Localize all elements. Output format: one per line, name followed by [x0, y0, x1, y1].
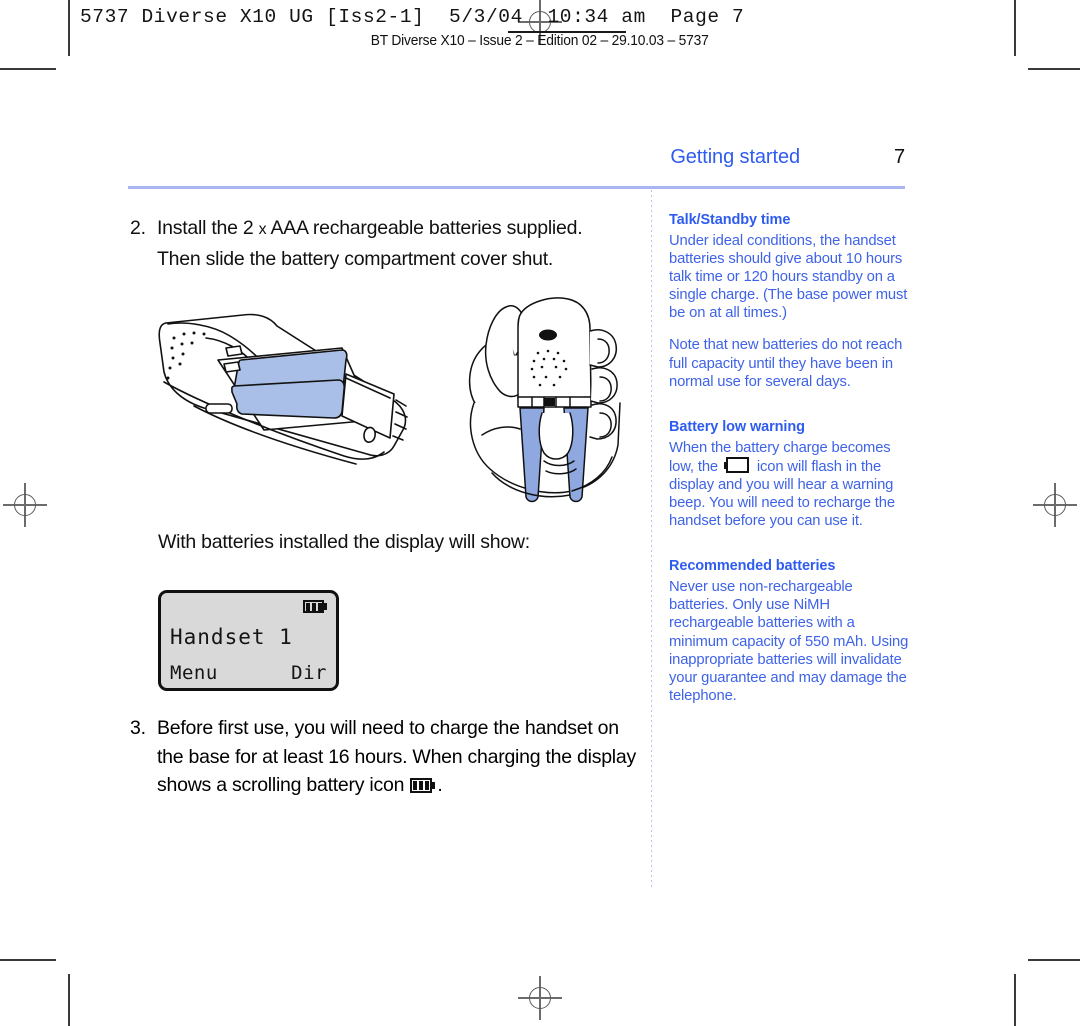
sidebar-paragraph-talk-standby-2: Note that new batteries do not reach ful… [669, 337, 903, 390]
sidebar-paragraph-talk-standby-1: Under ideal conditions, the handset batt… [669, 233, 908, 322]
step-3-line2: the base for at least 16 hours. When cha… [157, 745, 636, 768]
lcd-softkey-right: Dir [291, 662, 327, 684]
handset-battery-compartment-illustration [158, 313, 408, 465]
sidebar-section-talk-standby: Talk/Standby time Under ideal conditions… [669, 210, 909, 391]
document-caption-text: BT Diverse X10 – Issue 2 – Edition 02 – … [371, 32, 709, 49]
step-3-line3-b: . [437, 774, 443, 796]
step-3-line3-a: shows a scrolling battery icon [157, 774, 410, 796]
sidebar-heading-recommended-batteries: Recommended batteries [669, 558, 836, 575]
sidebar-section-battery-low: Battery low warning When the battery cha… [669, 417, 909, 530]
sidebar-paragraph-recommended-batteries: Never use non-rechargeable batteries. On… [669, 579, 909, 704]
section-title: Getting started [670, 146, 800, 168]
battery-full-icon [303, 600, 327, 613]
sidebar-notes-column: Talk/Standby time Under ideal conditions… [669, 210, 909, 705]
sidebar-paragraph-battery-low: When the battery charge becomes low, the… [669, 439, 909, 530]
crop-mark-bottom-left-horizontal [0, 959, 56, 961]
crop-mark-bottom-right-vertical [1014, 974, 1016, 1026]
sidebar-heading-talk-standby: Talk/Standby time [669, 212, 791, 228]
step-2-number: 2. [130, 217, 146, 239]
lcd-display-mock: Handset 1 Menu Dir [158, 590, 339, 691]
page-number: 7 [893, 146, 905, 168]
lcd-main-text: Handset 1 [170, 625, 293, 649]
lcd-softkey-left: Menu [170, 662, 218, 684]
step-2-line1-a: Install the 2 [157, 217, 259, 239]
sidebar-heading-battery-low: Battery low warning [669, 418, 805, 435]
step-2: 2. Install the 2 x AAA rechargeable batt… [130, 214, 646, 273]
step-2-body: Install the 2 x AAA rechargeable batteri… [157, 214, 646, 273]
display-caption: With batteries installed the display wil… [158, 531, 530, 553]
sidebar-section-recommended-batteries: Recommended batteries Never use non-rech… [669, 556, 909, 705]
registration-mark-left [3, 483, 47, 527]
battery-empty-icon [723, 456, 751, 473]
crop-mark-bottom-left-vertical [68, 974, 70, 1026]
main-content-column: 2. Install the 2 x AAA rechargeable batt… [130, 214, 646, 273]
step-3-body: Before first use, you will need to charg… [157, 714, 660, 800]
step-3-line1: Before first use, you will need to charg… [157, 717, 619, 739]
crop-mark-top-left-horizontal [0, 68, 56, 70]
step-2-line1-b: AAA rechargeable batteries supplied. [266, 217, 583, 239]
document-caption: BT Diverse X10 – Issue 2 – Edition 02 – … [0, 32, 1080, 49]
printed-page: 5737 Diverse X10 UG [Iss2-1] 5/3/04 10:3… [0, 0, 1080, 1026]
registration-mark-bottom [518, 976, 562, 1020]
step-2-line2: Then slide the battery compartment cover… [157, 247, 554, 270]
registration-mark-right [1033, 483, 1077, 527]
hand-holding-handset-illustration [468, 297, 621, 503]
crop-mark-top-right-horizontal [1028, 68, 1080, 70]
crop-mark-bottom-right-horizontal [1028, 959, 1080, 961]
battery-full-icon [410, 778, 436, 793]
step-3-number: 3. [130, 717, 146, 739]
step-3: 3. Before first use, you will need to ch… [130, 714, 660, 800]
header-rule [128, 186, 905, 189]
proof-job-line: 5737 Diverse X10 UG [Iss2-1] 5/3/04 10:3… [80, 6, 745, 28]
